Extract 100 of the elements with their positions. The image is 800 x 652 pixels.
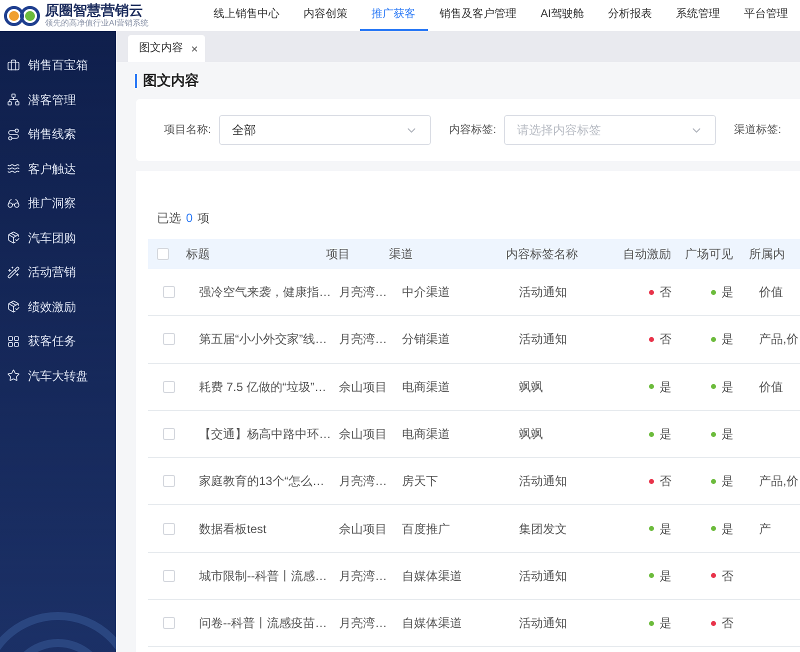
status-text: 否 bbox=[660, 473, 672, 490]
column-header: 所属内 bbox=[748, 246, 786, 263]
title-cell-text: 第五届“小小外交家”线… bbox=[198, 331, 328, 348]
tab-label: 图文内容 bbox=[139, 40, 183, 56]
waves-icon bbox=[7, 162, 20, 176]
title-cell-text: 城市限制--科普丨流感… bbox=[198, 568, 328, 585]
status-text: 是 bbox=[722, 520, 734, 538]
channel-cell-text: 电商渠道 bbox=[401, 426, 451, 444]
checkbox[interactable] bbox=[163, 333, 175, 346]
table-cell-text: 价值 bbox=[758, 284, 783, 302]
checkbox[interactable] bbox=[163, 475, 175, 488]
route-icon bbox=[7, 128, 20, 141]
column-header: 渠道 bbox=[388, 246, 414, 263]
select-field[interactable]: 全部 bbox=[219, 115, 432, 145]
tag-cell-text: 活动通知 bbox=[518, 568, 568, 585]
brand-tagline: 领先的高净值行业AI营销系统 bbox=[45, 20, 149, 28]
glasses-icon bbox=[7, 196, 20, 210]
sidebar-item[interactable]: 推广洞察 bbox=[0, 186, 116, 220]
title-cell-text: 数据看板test bbox=[198, 520, 268, 538]
brand-name: 原圈智慧营销云 bbox=[45, 2, 143, 16]
column-header: 标题 bbox=[185, 246, 211, 263]
wand-icon bbox=[7, 266, 20, 279]
nav-tab[interactable]: 系统管理 bbox=[664, 0, 732, 31]
status-text: 否 bbox=[722, 615, 734, 632]
status-text: 否 bbox=[660, 331, 672, 348]
project-cell-text: 佘山项目 bbox=[338, 520, 388, 538]
nav-tab[interactable]: 内容创策 bbox=[292, 0, 360, 31]
status-text: 是 bbox=[722, 426, 734, 444]
tag-cell-text: 活动通知 bbox=[518, 284, 568, 302]
checkbox[interactable] bbox=[163, 286, 175, 298]
tag-cell-text: 活动通知 bbox=[518, 615, 568, 632]
table-cell-text: 产品,价 bbox=[758, 473, 798, 490]
grid-icon bbox=[7, 334, 20, 348]
sidebar-item[interactable]: 获客任务 bbox=[0, 324, 116, 358]
table-cell-text: 产品,价 bbox=[758, 331, 798, 348]
project-cell-text: 月亮湾… bbox=[338, 473, 388, 490]
project-cell-text: 月亮湾… bbox=[338, 284, 388, 302]
column-header: 项目 bbox=[325, 246, 351, 263]
nav-tab[interactable]: AI驾驶舱 bbox=[528, 0, 596, 31]
filter-label: 内容标签: bbox=[449, 122, 496, 138]
channel-cell-text: 百度推广 bbox=[401, 520, 451, 538]
checkbox[interactable] bbox=[163, 380, 175, 393]
title-cell-text: 问卷--科普丨流感疫苗… bbox=[198, 615, 328, 632]
people-icon bbox=[7, 93, 20, 106]
column-header: 广场可见 bbox=[684, 246, 734, 263]
column-header: 内容标签名称 bbox=[505, 246, 579, 263]
status-text: 否 bbox=[722, 568, 734, 585]
sidebar-item[interactable]: 绩效激励 bbox=[0, 290, 116, 324]
table-cell-text: 价值 bbox=[758, 378, 783, 396]
sidebar-item[interactable]: 汽车大转盘 bbox=[0, 358, 116, 393]
nav-tab[interactable]: 平台管理 bbox=[732, 0, 800, 31]
checkbox[interactable] bbox=[163, 617, 175, 630]
sidebar-item[interactable]: 销售百宝箱 bbox=[0, 48, 116, 82]
page-title: 图文内容 bbox=[143, 71, 199, 90]
sidebar-item[interactable]: 汽车团购 bbox=[0, 220, 116, 255]
checkbox[interactable] bbox=[163, 522, 175, 535]
selected-count: 0 bbox=[186, 210, 193, 226]
box-icon bbox=[7, 300, 20, 314]
table-cell-text: 产 bbox=[758, 520, 771, 538]
select-value: 全部 bbox=[232, 122, 256, 139]
title-cell-text: 耗费 7.5 亿做的“垃圾”… bbox=[198, 378, 328, 396]
channel-cell-text: 自媒体渠道 bbox=[401, 568, 463, 585]
selected-label: 已选 bbox=[157, 210, 181, 226]
channel-cell-text: 自媒体渠道 bbox=[401, 615, 463, 632]
selected-suffix: 项 bbox=[198, 210, 210, 226]
box-icon bbox=[7, 231, 20, 244]
status-text: 是 bbox=[722, 378, 734, 396]
toolbox-icon bbox=[7, 58, 20, 72]
project-cell-text: 月亮湾… bbox=[338, 568, 388, 585]
tag-cell-text: 飒飒 bbox=[518, 378, 544, 396]
project-cell-text: 佘山项目 bbox=[338, 426, 388, 444]
checkbox[interactable] bbox=[156, 248, 168, 260]
nav-tab[interactable]: 销售及客户管理 bbox=[428, 0, 529, 31]
filter-label: 项目名称: bbox=[164, 122, 212, 138]
select-placeholder: 请选择内容标签 bbox=[517, 122, 602, 139]
close-button[interactable]: × bbox=[191, 40, 198, 58]
title-cell-text: 强冷空气来袭，健康指… bbox=[198, 284, 330, 302]
project-cell-text: 月亮湾… bbox=[338, 615, 388, 632]
tag-cell-text: 飒飒 bbox=[518, 426, 544, 444]
sidebar-item[interactable]: 活动营销 bbox=[0, 255, 116, 290]
channel-cell-text: 中介渠道 bbox=[401, 284, 451, 302]
sidebar-item[interactable]: 潜客管理 bbox=[0, 82, 116, 117]
sidebar-item[interactable]: 客户触达 bbox=[0, 152, 116, 186]
column-header: 自动激励 bbox=[622, 246, 672, 263]
page-tab[interactable]: 图文内容 × bbox=[128, 35, 205, 62]
channel-cell-text: 房天下 bbox=[401, 473, 439, 490]
nav-tab[interactable]: 线上销售中心 bbox=[202, 0, 292, 31]
checkbox[interactable] bbox=[163, 570, 175, 582]
sidebar-item[interactable]: 销售线索 bbox=[0, 117, 116, 152]
nav-tab[interactable]: 分析报表 bbox=[596, 0, 664, 31]
status-text: 是 bbox=[660, 615, 672, 632]
checkbox[interactable] bbox=[163, 428, 175, 440]
status-text: 是 bbox=[722, 331, 734, 348]
status-text: 是 bbox=[660, 520, 672, 538]
filter-label: 渠道标签: bbox=[734, 122, 782, 138]
tag-cell-text: 活动通知 bbox=[518, 331, 568, 348]
tag-cell-text: 活动通知 bbox=[518, 473, 568, 490]
title-cell-text: 【交通】杨高中路中环… bbox=[198, 426, 330, 444]
project-cell-text: 佘山项目 bbox=[338, 378, 388, 396]
tag-cell-text: 集团发文 bbox=[518, 520, 568, 538]
